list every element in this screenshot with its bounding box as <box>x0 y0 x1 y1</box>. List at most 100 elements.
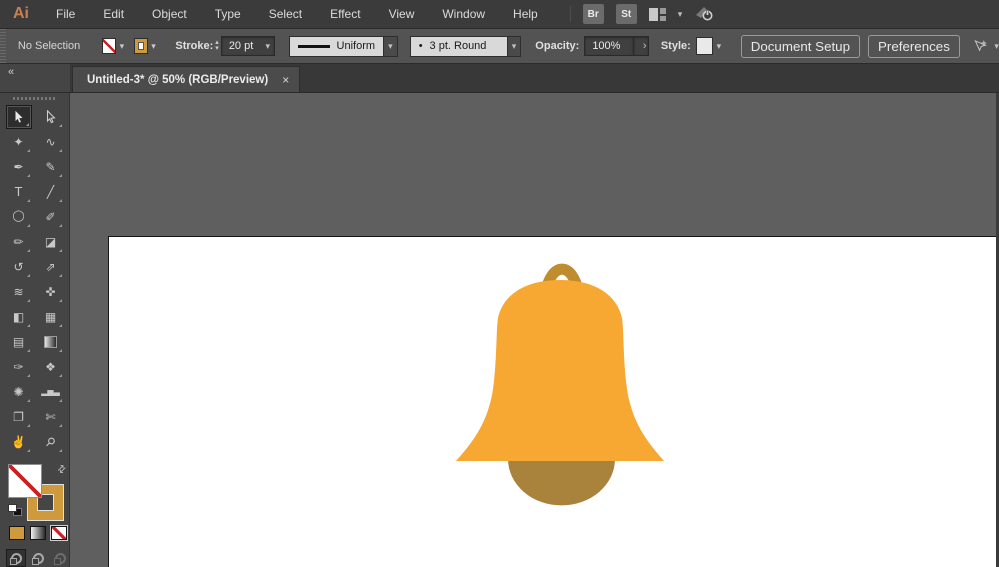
select-similar-chevron[interactable]: ▾ <box>994 41 999 52</box>
fill-color-swatch[interactable] <box>102 38 117 54</box>
slice-tool[interactable]: ✄ <box>38 405 64 429</box>
preferences-button[interactable]: Preferences <box>868 34 960 58</box>
main-area: ✦ ∿ ✒ ✎ T ╱ ◯ ✐ ✏ ◪ ↺ ⇗ ≋ ✜ ◧ ▦ ▤ ✑ ❖ ✺ <box>0 93 999 567</box>
canvas-area[interactable] <box>70 93 999 567</box>
color-button[interactable] <box>9 526 25 540</box>
puppet-warp-tool[interactable]: ✜ <box>38 280 64 304</box>
bridge-button[interactable]: Br <box>582 4 604 24</box>
eyedropper-tool[interactable]: ✑ <box>6 355 32 379</box>
menu-file[interactable]: File <box>42 0 89 28</box>
menu-type[interactable]: Type <box>201 0 255 28</box>
variable-width-chevron[interactable]: ▾ <box>383 35 398 57</box>
perspective-grid-tool[interactable]: ▦ <box>38 305 64 329</box>
hand-tool[interactable]: ✌ <box>6 430 32 454</box>
opacity-label[interactable]: Opacity: <box>535 40 579 52</box>
magic-wand-tool[interactable]: ✦ <box>6 130 32 154</box>
variable-width-value: Uniform <box>336 40 376 52</box>
column-graph-tool[interactable]: ▂▅▃ <box>38 380 64 404</box>
collapse-panel-button[interactable]: « <box>8 66 14 78</box>
opacity-field[interactable]: 100% <box>584 36 634 56</box>
pencil-tool[interactable]: ✏ <box>6 230 32 254</box>
tools-grid: ✦ ∿ ✒ ✎ T ╱ ◯ ✐ ✏ ◪ ↺ ⇗ ≋ ✜ ◧ ▦ ▤ ✑ ❖ ✺ <box>5 104 64 454</box>
artboard-tool[interactable]: ❐ <box>6 405 32 429</box>
toolbar-header: « <box>0 64 70 92</box>
menu-edit[interactable]: Edit <box>89 0 138 28</box>
style-chevron-icon[interactable]: ▾ <box>713 41 725 52</box>
curvature-tool[interactable]: ✎ <box>38 155 64 179</box>
variable-width-dropdown[interactable]: Uniform <box>289 35 384 57</box>
bell-clapper[interactable] <box>508 459 615 506</box>
default-fill-stroke-icon[interactable] <box>8 504 22 516</box>
swap-fill-stroke-icon[interactable]: ⇄ <box>55 462 69 476</box>
rotate-tool[interactable]: ↺ <box>6 255 32 279</box>
mesh-tool[interactable]: ▤ <box>6 330 32 354</box>
lasso-tool[interactable]: ∿ <box>38 130 64 154</box>
paintbrush-tool[interactable]: ✐ <box>38 205 64 229</box>
stock-button[interactable]: St <box>615 4 637 24</box>
brush-dropdown[interactable]: • 3 pt. Round <box>409 35 507 57</box>
gradient-button[interactable] <box>30 526 46 540</box>
menu-effect[interactable]: Effect <box>316 0 374 28</box>
brush-chevron[interactable]: ▾ <box>506 35 522 57</box>
symbol-sprayer-icon: ✺ <box>13 384 24 399</box>
bell-body[interactable] <box>456 280 664 461</box>
stroke-weight-stepper: ▴ ▾ <box>215 39 219 52</box>
selection-tool[interactable] <box>5 104 32 129</box>
paint-buttons <box>9 526 67 540</box>
panel-grip[interactable] <box>12 97 57 100</box>
eyedropper-icon: ✑ <box>13 359 24 374</box>
fill-proxy[interactable] <box>8 463 42 498</box>
menubar-divider <box>569 6 571 22</box>
workspace-chevron-icon[interactable]: ▾ <box>678 9 683 20</box>
opacity-expand-button[interactable]: › <box>633 36 649 56</box>
tab-close-icon[interactable]: × <box>282 73 289 87</box>
blend-tool[interactable]: ❖ <box>38 355 64 379</box>
line-segment-tool[interactable]: ╱ <box>38 180 64 204</box>
draw-normal-button[interactable] <box>6 549 26 567</box>
stroke-weight-value: 20 pt <box>228 40 254 52</box>
shape-builder-tool[interactable]: ◧ <box>6 305 32 329</box>
menu-select[interactable]: Select <box>255 0 316 28</box>
illustrator-window: Ai File Edit Object Type Select Effect V… <box>0 0 999 567</box>
zoom-tool[interactable]: ⚲ <box>38 430 64 454</box>
menu-view[interactable]: View <box>375 0 429 28</box>
lasso-icon: ∿ <box>45 134 56 149</box>
menu-object[interactable]: Object <box>138 0 201 28</box>
fill-stroke-indicator: ⇄ <box>8 462 69 520</box>
workspace-switcher-icon[interactable] <box>648 7 666 21</box>
style-swatch[interactable] <box>695 37 713 55</box>
menu-help[interactable]: Help <box>499 0 552 28</box>
gradient-icon <box>44 335 57 348</box>
menu-window[interactable]: Window <box>428 0 499 28</box>
draw-inside-button[interactable] <box>50 549 70 567</box>
gradient-tool[interactable] <box>38 330 64 354</box>
document-tab[interactable]: Untitled-3* @ 50% (RGB/Preview) × <box>72 66 301 92</box>
bell-artwork[interactable] <box>70 93 999 567</box>
stroke-weight-field[interactable]: 20 pt ▾ <box>220 36 276 56</box>
none-button[interactable] <box>51 526 67 540</box>
controlbar-grip[interactable] <box>0 29 6 63</box>
symbol-sprayer-tool[interactable]: ✺ <box>6 380 32 404</box>
scale-tool[interactable]: ⇗ <box>38 255 64 279</box>
column-graph-icon: ▂▅▃ <box>41 386 60 396</box>
zoom-icon: ⚲ <box>42 433 59 450</box>
width-tool[interactable]: ≋ <box>6 280 32 304</box>
eraser-icon: ◪ <box>44 234 57 249</box>
direct-selection-icon <box>46 109 56 123</box>
draw-behind-button[interactable] <box>28 549 48 567</box>
stroke-weight-chevron-icon[interactable]: ▾ <box>266 41 271 52</box>
eraser-tool[interactable]: ◪ <box>38 230 64 254</box>
select-similar-icon[interactable] <box>972 37 991 55</box>
document-setup-button[interactable]: Document Setup <box>740 34 861 58</box>
ellipse-tool[interactable]: ◯ <box>6 205 32 229</box>
document-tab-strip: Untitled-3* @ 50% (RGB/Preview) × <box>70 64 999 92</box>
fill-chevron-icon[interactable]: ▾ <box>116 41 128 52</box>
stroke-weight-down-button[interactable]: ▾ <box>215 45 219 52</box>
direct-selection-tool[interactable] <box>38 105 64 129</box>
scale-icon: ⇗ <box>45 259 56 274</box>
stroke-chevron-icon[interactable]: ▾ <box>148 41 160 52</box>
type-tool[interactable]: T <box>6 180 32 204</box>
stroke-color-swatch[interactable] <box>133 38 148 54</box>
pen-tool[interactable]: ✒ <box>6 155 32 179</box>
pen-icon: ✒ <box>13 159 24 174</box>
